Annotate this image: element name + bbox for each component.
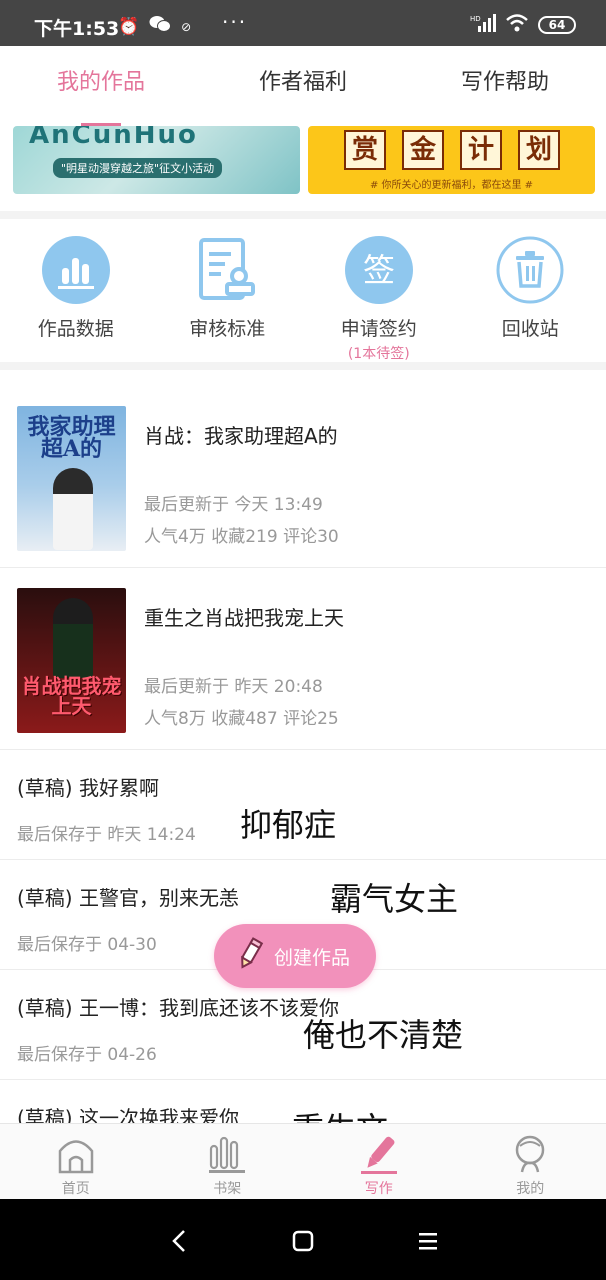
work-title: 肖战：我家助理超A的 (144, 424, 338, 448)
section-divider (0, 211, 606, 219)
nav-label: 写作 (364, 1181, 393, 1197)
tab-my-works[interactable]: 我的作品 (0, 46, 202, 126)
section-divider (0, 362, 606, 370)
home-button-icon[interactable] (283, 1221, 323, 1261)
system-nav-bar (0, 1199, 606, 1280)
work-stats: 人气4万 收藏219 评论30 (144, 527, 339, 547)
signal-icon: HD (470, 14, 496, 36)
work-title: 重生之肖战把我宠上天 (144, 606, 344, 630)
draft-title: (草稿) 王警官，别来无恙 (17, 886, 239, 910)
status-bar: 下午1:53 ⏰ ⊘ ··· HD 64 (0, 0, 606, 46)
func-work-data[interactable]: 作品数据 (0, 219, 152, 362)
banner-essay-contest[interactable]: AnCunHuo "明星动漫穿越之旅"征文小活动 (13, 126, 300, 194)
nav-label: 首页 (61, 1181, 90, 1197)
function-grid: 作品数据 审核标准 签 申请签约 (1本待签) 回收站 (0, 219, 606, 362)
status-time: 下午1:53 (34, 18, 120, 40)
banner-right-title: 赏 金 计 划 (344, 130, 560, 170)
func-label: 审核标准 (189, 318, 266, 340)
work-item[interactable]: 我家助理超A的 肖战：我家助理超A的 最后更新于 今天 13:49 人气4万 收… (0, 386, 606, 568)
tab-author-benefits[interactable]: 作者福利 (202, 46, 404, 126)
document-stamp-icon (193, 236, 261, 304)
banner-char: 赏 (344, 130, 386, 170)
svg-text:HD: HD (470, 15, 481, 23)
cover-title: 肖战把我宠上天 (21, 674, 122, 718)
create-work-button[interactable]: 创建作品 (214, 924, 376, 988)
tab-writing-help[interactable]: 写作帮助 (404, 46, 606, 126)
bottom-nav: 首页 书架 写作 我的 (0, 1123, 606, 1199)
menu-icon[interactable] (408, 1221, 448, 1261)
nav-home[interactable]: 首页 (0, 1124, 152, 1199)
draft-saved: 最后保存于 昨天 14:24 (17, 825, 196, 845)
func-label: 申请签约 (340, 318, 417, 340)
annotation-note: 霸气女主 (330, 880, 459, 918)
banner-char: 划 (518, 130, 560, 170)
back-icon[interactable] (160, 1221, 200, 1261)
banner-left-title: AnCunHuo (29, 126, 198, 150)
func-review-standards[interactable]: 审核标准 (152, 219, 304, 362)
more-dots: ··· (222, 10, 248, 34)
nav-label: 书架 (213, 1181, 242, 1197)
top-tabs: 我的作品 作者福利 写作帮助 (0, 46, 606, 126)
banner-char: 计 (460, 130, 502, 170)
status-notification-icons: ⏰ ⊘ (118, 15, 191, 38)
cover-figure (53, 468, 93, 550)
annotation-note: 抑郁症 (240, 806, 337, 844)
work-updated: 最后更新于 今天 13:49 (144, 495, 323, 515)
home-icon (56, 1132, 96, 1174)
banner-char: 金 (402, 130, 444, 170)
nav-bookshelf[interactable]: 书架 (152, 1124, 304, 1199)
book-cover: 我家助理超A的 (17, 406, 126, 551)
wifi-icon (506, 14, 528, 36)
sync-icon: ⊘ (181, 19, 192, 34)
cover-figure (53, 598, 93, 678)
chart-icon (41, 236, 110, 304)
bookshelf-icon (207, 1132, 247, 1174)
func-label: 回收站 (501, 318, 559, 340)
wechat-icon (149, 15, 172, 38)
trash-icon (496, 236, 564, 304)
banner-right-subtitle: # 你所关心的更新福利，都在这里 # (369, 180, 534, 191)
pending-contract-count: (1本待签) (347, 346, 410, 362)
work-updated: 最后更新于 昨天 20:48 (144, 677, 323, 697)
create-work-label: 创建作品 (274, 946, 351, 969)
svg-text:签: 签 (363, 251, 395, 289)
book-cover: 肖战把我宠上天 (17, 588, 126, 733)
cover-title: 我家助理超A的 (27, 414, 116, 462)
draft-saved: 最后保存于 04-30 (17, 935, 157, 955)
annotation-note: 俺也不清楚 (303, 1016, 464, 1054)
banner-left-subtitle: "明星动漫穿越之旅"征文小活动 (53, 158, 223, 178)
sign-icon: 签 (344, 236, 413, 304)
nav-label: 我的 (516, 1181, 545, 1197)
nav-write[interactable]: 写作 (303, 1124, 455, 1199)
draft-saved: 最后保存于 04-26 (17, 1045, 157, 1065)
banner-row: AnCunHuo "明星动漫穿越之旅"征文小活动 赏 金 计 划 # 你所关心的… (0, 126, 606, 211)
alarm-icon: ⏰ (118, 16, 140, 37)
profile-icon (510, 1132, 550, 1174)
draft-title: (草稿) 我好累啊 (17, 776, 159, 800)
work-item[interactable]: 肖战把我宠上天 重生之肖战把我宠上天 最后更新于 昨天 20:48 人气8万 收… (0, 568, 606, 750)
work-stats: 人气8万 收藏487 评论25 (144, 709, 339, 729)
nav-profile[interactable]: 我的 (455, 1124, 606, 1199)
func-label: 作品数据 (37, 318, 114, 340)
pen-icon (359, 1132, 399, 1174)
banner-bounty-plan[interactable]: 赏 金 计 划 # 你所关心的更新福利，都在这里 # (308, 126, 595, 194)
draft-title: (草稿) 王一博：我到底还该不该爱你 (17, 996, 339, 1020)
status-right-icons: HD 64 (470, 14, 576, 36)
func-recycle-bin[interactable]: 回收站 (455, 219, 606, 362)
pencil-icon (236, 937, 264, 975)
battery-icon: 64 (538, 16, 576, 34)
func-apply-contract[interactable]: 签 申请签约 (1本待签) (303, 219, 455, 362)
